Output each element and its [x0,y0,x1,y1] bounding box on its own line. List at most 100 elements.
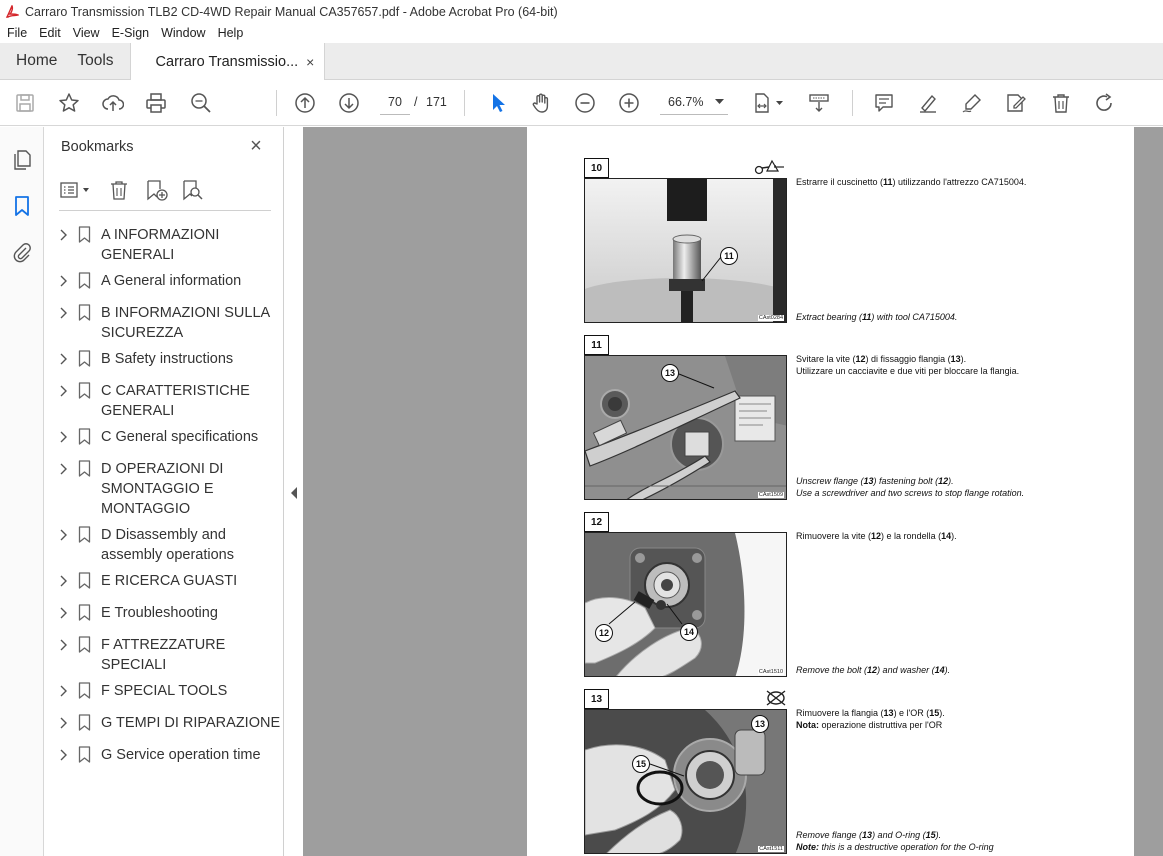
callout-marker: 13 [661,364,679,382]
close-icon[interactable]: × [246,136,266,156]
options-menu-icon[interactable] [59,178,93,202]
chevron-right-icon[interactable] [59,352,69,366]
step-description-en: Unscrew flange (13) fastening bolt (12).… [796,476,1025,498]
bookmark-item[interactable]: D Disassembly and assembly operations [45,525,284,565]
zoom-search-icon[interactable] [189,91,213,115]
page-down-icon[interactable] [337,91,361,115]
toolbar-separator [464,90,465,116]
page-thumbnails-icon[interactable] [10,148,34,172]
chevron-right-icon[interactable] [59,384,69,398]
bookmarks-panel: Bookmarks × A INFORMAZIONI GENERALI A Ge… [45,127,284,856]
menu-bar: File Edit View E-Sign Window Help [0,23,1163,43]
bookmark-label: F ATTREZZATURE SPECIALI [101,637,226,673]
step-description-en: Remove flange (13) and O-ring (15). Note… [796,830,994,852]
zoom-dropdown[interactable]: 66.7% [660,89,728,115]
scroll-mode-icon[interactable] [807,91,831,115]
bookmark-item[interactable]: C General specifications [45,427,284,447]
bookmark-icon [78,272,91,289]
print-icon[interactable] [144,91,168,115]
page-up-icon[interactable] [293,91,317,115]
star-icon[interactable] [57,91,81,115]
tab-tools[interactable]: Tools [73,43,129,79]
chevron-right-icon[interactable] [59,638,69,652]
upload-icon[interactable] [101,91,125,115]
highlight-icon[interactable] [916,91,940,115]
zoom-out-icon[interactable] [573,91,597,115]
bookmark-item[interactable]: E Troubleshooting [45,603,284,623]
zoom-in-icon[interactable] [617,91,641,115]
bookmark-item[interactable]: D OPERAZIONI DI SMONTAGGIO E MONTAGGIO [45,459,284,519]
bookmark-item[interactable]: A INFORMAZIONI GENERALI [45,225,284,265]
delete-bookmark-icon[interactable] [109,178,129,202]
chevron-right-icon[interactable] [59,306,69,320]
tab-bar: Home Tools Carraro Transmissio... × [0,43,1163,80]
bookmark-icon [78,304,91,321]
bookmark-icon [78,682,91,699]
bookmark-label: E Troubleshooting [101,605,218,621]
fill-sign-icon[interactable] [1004,91,1028,115]
bookmark-item[interactable]: F ATTREZZATURE SPECIALI [45,635,284,675]
step-description-it: Rimuovere la flangia (13) e l'OR (15). N… [796,708,945,730]
menu-help[interactable]: Help [213,26,249,40]
bookmarks-toolbar [59,175,271,211]
chevron-right-icon[interactable] [59,430,69,444]
save-icon[interactable] [13,91,37,115]
new-bookmark-icon[interactable] [145,178,169,202]
bookmark-label: E RICERCA GUASTI [101,573,238,589]
chevron-right-icon[interactable] [59,228,69,242]
menu-esign[interactable]: E-Sign [107,26,155,40]
chevron-right-icon[interactable] [59,716,69,730]
tab-document[interactable]: Carraro Transmissio... × [129,43,326,80]
bookmark-item[interactable]: B Safety instructions [45,349,284,369]
bookmark-item[interactable]: C CARATTERISTICHE GENERALI [45,381,284,421]
bookmark-item[interactable]: B INFORMAZIONI SULLA SICUREZZA [45,303,284,343]
bookmark-item[interactable]: G Service operation time [45,745,284,765]
chevron-right-icon[interactable] [59,606,69,620]
redo-icon[interactable] [1093,91,1117,115]
chevron-right-icon[interactable] [59,462,69,476]
bookmark-icon [78,460,91,477]
collapse-panel-icon[interactable] [290,487,298,499]
bookmark-label: B INFORMAZIONI SULLA SICUREZZA [101,305,270,341]
bookmark-icon [78,428,91,445]
bookmark-icon [78,714,91,731]
bookmark-item[interactable]: A General information [45,271,284,291]
bookmark-icon [78,604,91,621]
bookmark-item[interactable]: G TEMPI DI RIPARAZIONE [45,713,284,733]
find-bookmark-icon[interactable] [181,178,205,202]
photo-code: CAst1511 [758,846,784,852]
callout-leader [701,256,722,282]
page-fit-icon[interactable] [752,91,788,115]
menu-window[interactable]: Window [156,26,210,40]
chevron-right-icon[interactable] [59,574,69,588]
menu-file[interactable]: File [2,26,32,40]
select-cursor-icon[interactable] [486,91,510,115]
sign-icon[interactable] [960,91,984,115]
bookmark-label: G Service operation time [101,747,261,763]
destructive-operation-icon [766,690,786,706]
hand-icon[interactable] [529,91,553,115]
menu-edit[interactable]: Edit [34,26,66,40]
delete-icon[interactable] [1049,91,1073,115]
page-number-input[interactable] [380,89,410,115]
bookmark-label: C General specifications [101,429,259,445]
bookmark-item[interactable]: F SPECIAL TOOLS [45,681,284,701]
chevron-right-icon[interactable] [59,748,69,762]
step-number: 10 [584,158,609,178]
bookmark-label: C CARATTERISTICHE GENERALI [101,383,250,419]
bookmark-item[interactable]: E RICERCA GUASTI [45,571,284,591]
bookmark-label: A General information [101,273,242,289]
chevron-right-icon[interactable] [59,528,69,542]
tab-home[interactable]: Home [0,43,73,79]
chevron-right-icon[interactable] [59,684,69,698]
photo-code: CAst1510 [757,669,784,675]
menu-view[interactable]: View [68,26,105,40]
chevron-down-icon [715,98,724,104]
attachments-icon[interactable] [10,240,34,264]
bookmarks-panel-icon[interactable] [10,194,34,218]
tab-close-icon[interactable]: × [306,54,314,70]
comment-icon[interactable] [872,91,896,115]
chevron-right-icon[interactable] [59,274,69,288]
step-number: 11 [584,335,609,355]
bookmark-label: F SPECIAL TOOLS [101,683,228,699]
